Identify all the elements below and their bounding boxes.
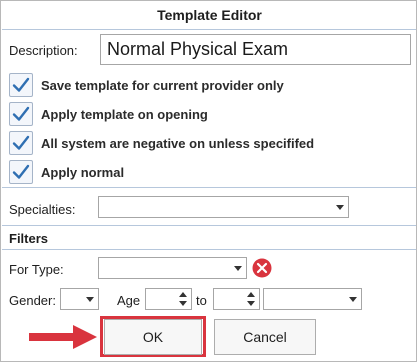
dialog-title: Template Editor: [157, 7, 262, 23]
chevron-down-icon: [349, 297, 357, 302]
pointer-arrow-icon: [29, 325, 97, 349]
title-divider: [2, 29, 416, 30]
specialties-label: Specialties:: [9, 202, 76, 217]
option-label: Save template for current provider only: [41, 77, 284, 93]
cancel-button[interactable]: Cancel: [214, 319, 316, 355]
age-to-spinner[interactable]: [213, 288, 260, 310]
spin-up-icon[interactable]: [247, 292, 255, 297]
filters-title: Filters: [9, 231, 49, 246]
checkmark-icon: [12, 106, 30, 121]
spin-up-icon[interactable]: [179, 292, 187, 297]
option-label: Apply normal: [41, 164, 125, 180]
clear-type-icon[interactable]: [252, 258, 272, 278]
chevron-down-icon: [234, 266, 242, 271]
option-save-for-provider[interactable]: Save template for current provider only: [9, 72, 284, 98]
ok-button[interactable]: OK: [104, 319, 202, 355]
options-divider: [2, 187, 416, 188]
checkmark-icon: [12, 135, 30, 150]
description-input[interactable]: Normal Physical Exam: [100, 34, 411, 65]
checkbox[interactable]: [9, 131, 33, 155]
option-all-systems-negative[interactable]: All system are negative on unless specif…: [9, 130, 314, 156]
description-label: Description:: [9, 43, 78, 58]
specialties-select[interactable]: [98, 196, 349, 218]
spin-down-icon[interactable]: [247, 301, 255, 306]
age-label: Age: [117, 293, 141, 308]
checkmark-icon: [12, 164, 30, 179]
age-to-label: to: [196, 293, 207, 308]
age-unit-select[interactable]: [263, 288, 362, 310]
for-type-label: For Type:: [9, 262, 64, 277]
option-label: Apply template on opening: [41, 106, 208, 122]
chevron-down-icon: [336, 205, 344, 210]
checkbox[interactable]: [9, 102, 33, 126]
template-editor-dialog: Template Editor Description: Normal Phys…: [0, 0, 417, 362]
checkbox[interactable]: [9, 73, 33, 97]
checkbox[interactable]: [9, 160, 33, 184]
age-from-spinner[interactable]: [145, 288, 192, 310]
specialties-divider: [2, 225, 416, 226]
option-label: All system are negative on unless specif…: [41, 135, 315, 151]
gender-label: Gender:: [9, 293, 56, 308]
checkmark-icon: [12, 77, 30, 92]
option-apply-normal[interactable]: Apply normal: [9, 159, 124, 185]
filters-divider: [2, 249, 416, 250]
chevron-down-icon: [86, 297, 94, 302]
spin-down-icon[interactable]: [179, 301, 187, 306]
for-type-select[interactable]: [98, 257, 247, 279]
gender-select[interactable]: [60, 288, 99, 310]
option-apply-on-opening[interactable]: Apply template on opening: [9, 101, 208, 127]
